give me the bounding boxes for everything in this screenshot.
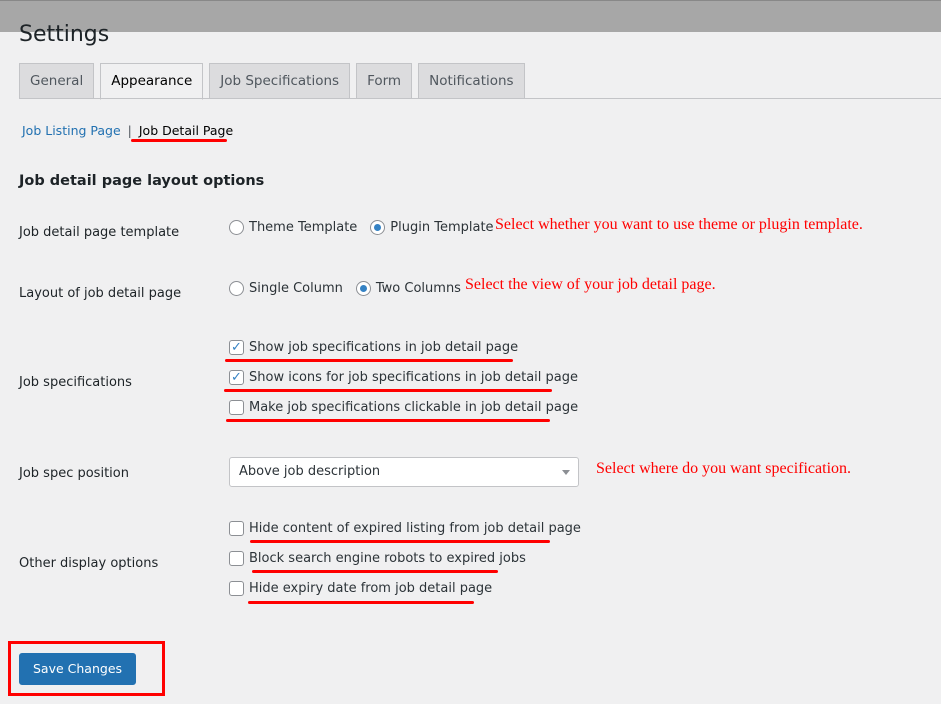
job-listing-page-link[interactable]: Job Listing Page — [22, 123, 121, 138]
section-title: Job detail page layout options — [19, 173, 265, 189]
tab-bar: General Appearance Job Specifications Fo… — [19, 63, 525, 100]
hide-expiry-date-checkbox[interactable] — [229, 581, 244, 596]
other-label: Other display options — [19, 556, 159, 571]
tab-form[interactable]: Form — [356, 63, 413, 99]
tab-notifications[interactable]: Notifications — [418, 63, 525, 99]
checkbox-label: Show icons for job specifications in job… — [249, 370, 578, 385]
annotation-underline — [224, 389, 552, 392]
block-robots-checkbox[interactable] — [229, 551, 244, 566]
subnav-separator: | — [127, 123, 132, 138]
annotation-underline — [250, 540, 550, 543]
single-column-radio[interactable] — [229, 281, 244, 296]
annotation-note: Select where do you want specification. — [596, 460, 852, 477]
job-detail-page-link[interactable]: Job Detail Page — [139, 123, 233, 138]
theme-template-radio[interactable] — [229, 220, 244, 235]
show-specs-checkbox[interactable]: ✓ — [229, 340, 244, 355]
radio-label: Two Columns — [375, 281, 461, 296]
tab-general[interactable]: General — [19, 63, 95, 99]
checkbox-label: Hide expiry date from job detail page — [249, 581, 493, 596]
select-value: Above job description — [239, 464, 381, 479]
radio-label: Single Column — [249, 281, 343, 296]
chevron-down-icon — [562, 470, 570, 475]
checkbox-label: Show job specifications in job detail pa… — [249, 340, 519, 355]
plugin-template-radio[interactable] — [370, 220, 386, 235]
radio-label: Plugin Template — [390, 220, 494, 235]
checkbox-label: Make job specifications clickable in job… — [249, 400, 579, 415]
radio-label: Theme Template — [249, 220, 358, 235]
annotation-underline — [225, 359, 513, 362]
spec-position-select[interactable]: Above job description — [229, 457, 579, 487]
subnav: Job Listing Page | Job Detail Page — [22, 123, 233, 138]
annotation-box — [8, 641, 165, 696]
tab-appearance[interactable]: Appearance — [100, 63, 204, 100]
annotation-underline — [131, 139, 227, 142]
annotation-underline — [248, 601, 474, 604]
tab-job-specifications[interactable]: Job Specifications — [209, 63, 351, 99]
clickable-specs-checkbox[interactable] — [229, 400, 244, 415]
layout-label: Layout of job detail page — [19, 286, 182, 301]
template-label: Job detail page template — [19, 225, 180, 240]
hide-expired-content-checkbox[interactable] — [229, 521, 244, 536]
tab-divider — [19, 98, 941, 99]
annotation-underline — [252, 570, 498, 573]
annotation-underline — [226, 419, 550, 422]
show-icons-checkbox[interactable]: ✓ — [229, 370, 244, 385]
page-title: Settings — [19, 22, 110, 47]
top-bar — [0, 0, 941, 32]
specs-label: Job specifications — [19, 375, 132, 390]
annotation-note: Select the view of your job detail page. — [465, 276, 716, 293]
checkbox-label: Block search engine robots to expired jo… — [249, 551, 526, 566]
annotation-note: Select whether you want to use theme or … — [495, 216, 863, 233]
position-label: Job spec position — [19, 466, 129, 481]
checkbox-label: Hide content of expired listing from job… — [249, 521, 581, 536]
two-columns-radio[interactable] — [355, 281, 371, 296]
